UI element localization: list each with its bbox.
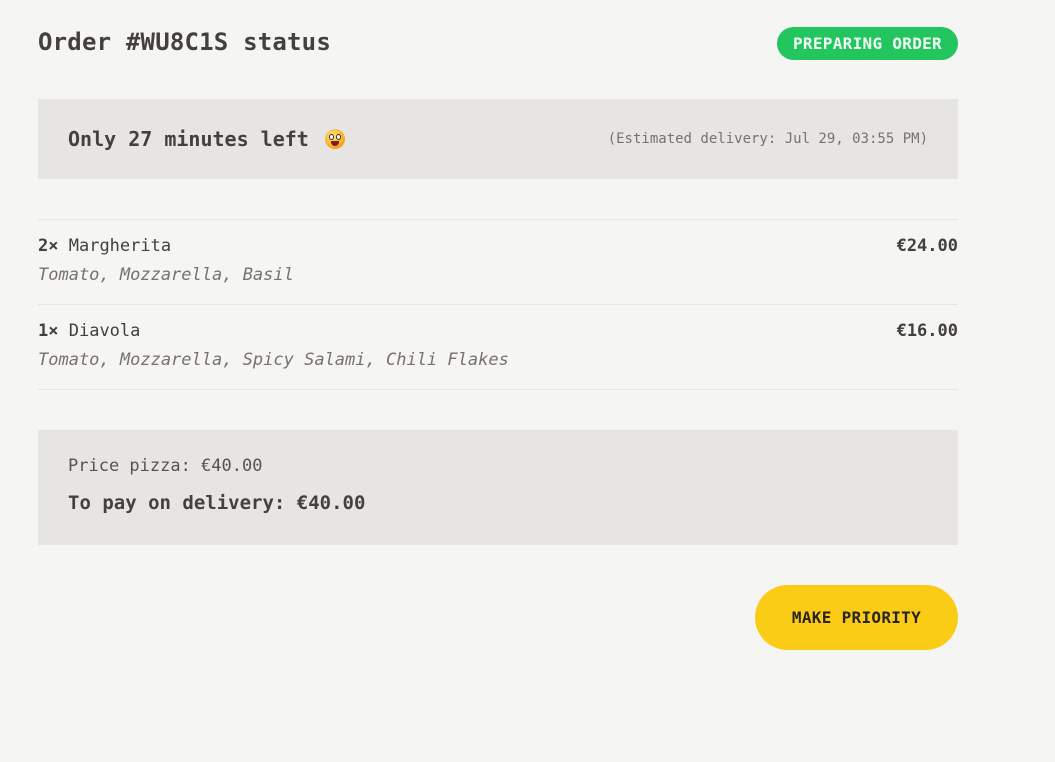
page-title: Order #WU8C1S status <box>38 28 331 56</box>
item-title: 1× Diavola <box>38 321 140 341</box>
price-pizza: Price pizza: €40.00 <box>68 456 263 476</box>
item-price: €16.00 <box>896 321 958 341</box>
estimated-delivery: (Estimated delivery: Jul 29, 03:55 PM) <box>607 131 928 147</box>
to-pay-on-delivery: To pay on delivery: €40.00 <box>68 492 366 514</box>
item-qty: 2× <box>38 236 59 256</box>
status-badge: PREPARING ORDER <box>777 27 958 60</box>
item-row: 2× Margherita €24.00 <box>38 236 958 256</box>
price-summary: Price pizza: €40.00 To pay on delivery: … <box>38 430 958 545</box>
eta-panel: Only 27 minutes left (Estimated delivery… <box>38 99 958 179</box>
list-item: 2× Margherita €24.00 Tomato, Mozzarella,… <box>38 220 958 305</box>
item-ingredients: Tomato, Mozzarella, Basil <box>38 265 294 285</box>
item-name: Diavola <box>68 321 141 341</box>
item-qty: 1× <box>38 321 59 341</box>
eta-text: Only 27 minutes left <box>68 127 309 151</box>
item-ingredients: Tomato, Mozzarella, Spicy Salami, Chili … <box>38 350 509 370</box>
item-price: €24.00 <box>896 236 958 256</box>
order-actions: MAKE PRIORITY <box>38 585 958 650</box>
order-page: Order #WU8C1S status PREPARING ORDER Onl… <box>38 0 958 650</box>
item-title: 2× Margherita <box>38 236 171 256</box>
eta-message: Only 27 minutes left <box>68 127 345 151</box>
grinning-face-icon <box>324 129 345 149</box>
item-row: 1× Diavola €16.00 <box>38 321 958 341</box>
list-item: 1× Diavola €16.00 Tomato, Mozzarella, Sp… <box>38 305 958 390</box>
item-name: Margherita <box>68 236 172 256</box>
order-header: Order #WU8C1S status PREPARING ORDER <box>38 0 958 99</box>
order-items-list: 2× Margherita €24.00 Tomato, Mozzarella,… <box>38 219 958 390</box>
make-priority-button[interactable]: MAKE PRIORITY <box>755 585 958 650</box>
